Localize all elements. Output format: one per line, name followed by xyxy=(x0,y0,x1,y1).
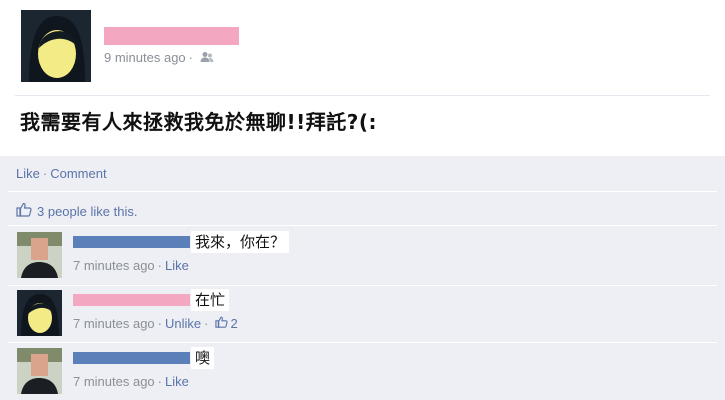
comment-text: 我來，你在？ xyxy=(191,231,290,253)
feedback-section: Like · Comment 3 people like this. 我來，你在？ … xyxy=(0,156,725,400)
comment-item: 噢 7 minutes ago · Like xyxy=(0,347,725,400)
comment-meta: 7 minutes ago · Unlike · 2 xyxy=(73,316,238,331)
comment-time[interactable]: 7 minutes ago xyxy=(73,374,155,389)
header-divider xyxy=(15,95,710,96)
comment-meta-separator: · xyxy=(157,374,163,389)
post-header: 9 minutes ago · xyxy=(0,0,725,96)
commenter-avatar[interactable] xyxy=(17,290,62,336)
like-link[interactable]: Like xyxy=(16,166,40,181)
post-time[interactable]: 9 minutes ago xyxy=(104,50,186,65)
comment-divider xyxy=(8,285,717,286)
comment-meta: 7 minutes ago · Like xyxy=(73,258,189,273)
commenter-name-redacted[interactable] xyxy=(73,294,190,306)
comment-like-count[interactable]: 2 xyxy=(230,316,237,331)
poster-avatar[interactable] xyxy=(21,10,91,82)
audience-icon[interactable] xyxy=(200,51,214,66)
likes-count-link[interactable]: 3 people like this. xyxy=(37,204,137,219)
likes-divider xyxy=(8,225,717,226)
post-actions: Like · Comment xyxy=(16,166,107,181)
likes-summary: 3 people like this. xyxy=(16,202,137,220)
poster-name-redacted[interactable] xyxy=(104,27,239,45)
commenter-avatar[interactable] xyxy=(17,348,62,394)
commenter-name-redacted[interactable] xyxy=(73,236,190,248)
comment-meta: 7 minutes ago · Like xyxy=(73,374,189,389)
comment-text: 噢 xyxy=(191,347,215,369)
post-meta: 9 minutes ago · xyxy=(104,50,214,66)
comment-meta-separator: · xyxy=(157,316,163,331)
poster-photo xyxy=(21,10,91,82)
comment-like-link[interactable]: Like xyxy=(165,374,189,389)
comment-meta-separator: · xyxy=(204,316,209,331)
meta-separator: · xyxy=(188,50,194,65)
comment-time[interactable]: 7 minutes ago xyxy=(73,258,155,273)
comment-item: 在忙 7 minutes ago · Unlike · 2 xyxy=(0,289,725,342)
comment-item: 我來，你在？ 7 minutes ago · Like xyxy=(0,231,725,284)
post-message: 我需要有人來拯救我免於無聊!!拜託?(: xyxy=(20,110,377,134)
commenter-name-redacted[interactable] xyxy=(73,352,190,364)
comment-meta-separator: · xyxy=(157,258,163,273)
actions-separator: · xyxy=(42,166,48,181)
actions-divider xyxy=(8,191,717,192)
thumbs-up-icon xyxy=(215,316,229,331)
comment-unlike-link[interactable]: Unlike xyxy=(165,316,201,331)
comment-text: 在忙 xyxy=(191,289,230,311)
comment-like-link[interactable]: Like xyxy=(165,258,189,273)
comment-divider xyxy=(8,342,717,343)
commenter-avatar[interactable] xyxy=(17,232,62,278)
comment-link[interactable]: Comment xyxy=(50,166,106,181)
thumbs-up-icon xyxy=(16,202,32,220)
comment-time[interactable]: 7 minutes ago xyxy=(73,316,155,331)
